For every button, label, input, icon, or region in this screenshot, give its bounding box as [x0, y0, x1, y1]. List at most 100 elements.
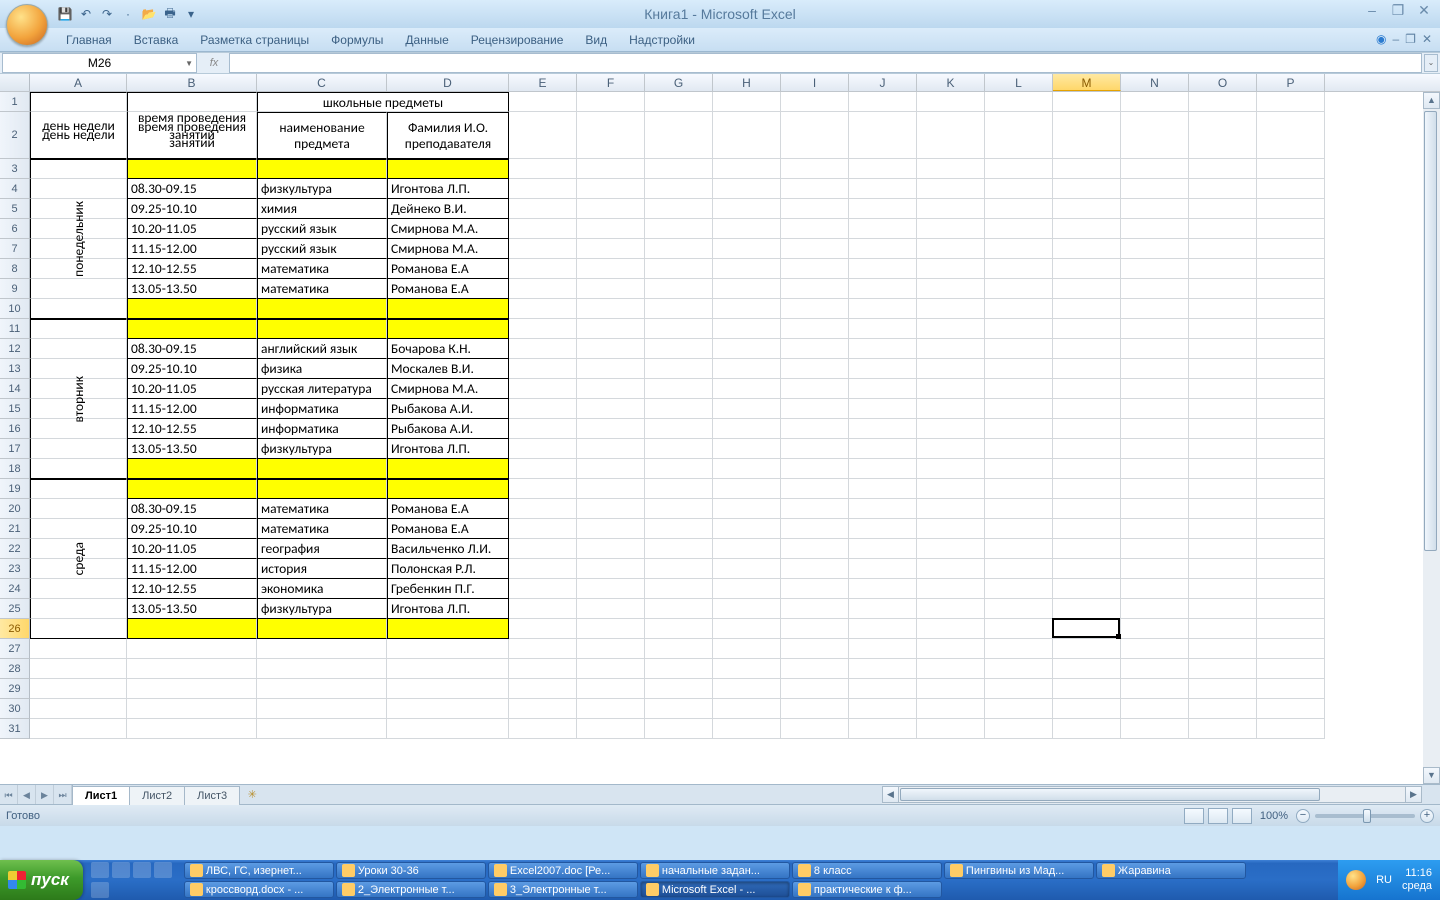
cell[interactable] — [1053, 159, 1121, 179]
cell[interactable]: русская литература — [257, 379, 387, 399]
cell[interactable] — [1189, 399, 1257, 419]
cell[interactable] — [577, 339, 645, 359]
cell[interactable] — [849, 559, 917, 579]
cell[interactable] — [1257, 379, 1325, 399]
cell[interactable] — [917, 699, 985, 719]
cell[interactable] — [985, 719, 1053, 739]
cell[interactable] — [387, 459, 509, 479]
cell[interactable] — [509, 179, 577, 199]
cell[interactable] — [1053, 439, 1121, 459]
row-header[interactable]: 29 — [0, 679, 30, 699]
cell[interactable] — [645, 379, 713, 399]
cell[interactable] — [645, 579, 713, 599]
cell[interactable] — [917, 92, 985, 112]
cell[interactable] — [781, 339, 849, 359]
cell[interactable] — [849, 439, 917, 459]
cell[interactable] — [849, 519, 917, 539]
cell[interactable] — [1053, 419, 1121, 439]
taskbar-item[interactable]: практические к ф... — [792, 881, 942, 898]
cell[interactable] — [645, 479, 713, 499]
cell[interactable] — [257, 639, 387, 659]
cell[interactable] — [509, 479, 577, 499]
new-sheet-icon[interactable]: ✳ — [240, 788, 264, 801]
column-header[interactable]: D — [387, 74, 509, 91]
cell[interactable] — [1189, 279, 1257, 299]
cell[interactable] — [645, 539, 713, 559]
cell[interactable] — [257, 659, 387, 679]
cell[interactable] — [387, 699, 509, 719]
cell[interactable]: 13.05-13.50 — [127, 599, 257, 619]
cell[interactable] — [509, 599, 577, 619]
row-header[interactable]: 14 — [0, 379, 30, 399]
cell[interactable] — [1121, 399, 1189, 419]
cell[interactable] — [127, 719, 257, 739]
column-header[interactable]: G — [645, 74, 713, 91]
cell[interactable] — [1121, 699, 1189, 719]
cell[interactable] — [509, 299, 577, 319]
vertical-scrollbar[interactable]: ▲ ▼ — [1423, 92, 1440, 784]
cell[interactable] — [1189, 259, 1257, 279]
zoom-in-icon[interactable]: + — [1420, 809, 1434, 823]
cell[interactable] — [849, 199, 917, 219]
cell[interactable] — [1189, 159, 1257, 179]
cell[interactable] — [985, 279, 1053, 299]
cell[interactable]: русский язык — [257, 239, 387, 259]
cell[interactable] — [1121, 599, 1189, 619]
cell[interactable] — [1189, 239, 1257, 259]
cell[interactable] — [30, 439, 127, 459]
cell[interactable]: Игонтова Л.П. — [387, 439, 509, 459]
cell[interactable] — [127, 319, 257, 339]
cell[interactable] — [387, 719, 509, 739]
cell[interactable] — [1189, 519, 1257, 539]
cell[interactable]: наименование предмета — [257, 112, 387, 159]
cell[interactable] — [781, 359, 849, 379]
cell[interactable] — [917, 279, 985, 299]
cell[interactable] — [917, 599, 985, 619]
cell[interactable]: Рыбакова А.И. — [387, 419, 509, 439]
ribbon-tab[interactable]: Вид — [575, 29, 617, 51]
cell[interactable] — [985, 92, 1053, 112]
row-header[interactable]: 30 — [0, 699, 30, 719]
cell[interactable] — [781, 279, 849, 299]
cell[interactable] — [1053, 239, 1121, 259]
cell[interactable] — [1053, 639, 1121, 659]
cell[interactable] — [713, 479, 781, 499]
cell[interactable] — [577, 599, 645, 619]
cell[interactable]: информатика — [257, 399, 387, 419]
cell[interactable] — [1189, 539, 1257, 559]
cell[interactable] — [781, 199, 849, 219]
cell[interactable] — [577, 112, 645, 159]
cell[interactable] — [917, 199, 985, 219]
cell[interactable] — [1189, 599, 1257, 619]
cell[interactable] — [849, 359, 917, 379]
cell[interactable] — [781, 579, 849, 599]
cell[interactable] — [645, 599, 713, 619]
cell[interactable] — [1121, 559, 1189, 579]
cell[interactable] — [1257, 539, 1325, 559]
cell[interactable] — [509, 459, 577, 479]
cell[interactable] — [577, 239, 645, 259]
cell[interactable]: Бочарова К.Н. — [387, 339, 509, 359]
row-header[interactable]: 11 — [0, 319, 30, 339]
cell[interactable] — [781, 539, 849, 559]
cell[interactable] — [917, 159, 985, 179]
formula-input[interactable] — [229, 53, 1422, 73]
cell[interactable] — [713, 259, 781, 279]
cell[interactable]: 12.10-12.55 — [127, 259, 257, 279]
taskbar-item[interactable]: 3_Электронные т... — [488, 881, 638, 898]
cell[interactable] — [1257, 479, 1325, 499]
cell[interactable] — [30, 339, 127, 359]
cell[interactable]: Дейнеко В.И. — [387, 199, 509, 219]
cell[interactable] — [577, 559, 645, 579]
cell[interactable] — [577, 459, 645, 479]
cell[interactable] — [577, 219, 645, 239]
cell[interactable] — [713, 719, 781, 739]
cell[interactable] — [849, 379, 917, 399]
cell[interactable] — [781, 219, 849, 239]
cell[interactable] — [1053, 92, 1121, 112]
cell[interactable] — [509, 259, 577, 279]
cell[interactable]: 09.25-10.10 — [127, 359, 257, 379]
cell[interactable]: Романова Е.А — [387, 279, 509, 299]
cell[interactable] — [127, 659, 257, 679]
cell[interactable] — [645, 699, 713, 719]
